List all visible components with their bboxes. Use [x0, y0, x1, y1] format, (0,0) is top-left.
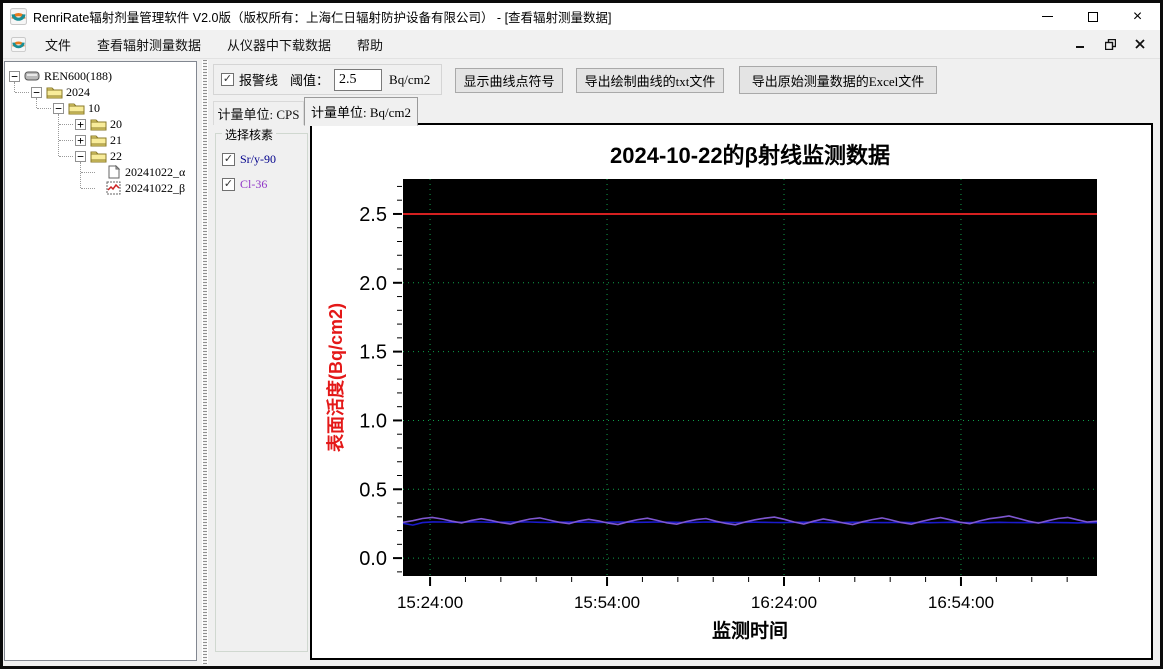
measurement-chart: 0.0 0.5 1.0 1.5 2.0 2.5 15:24:00 15:54:00 16:24:…	[325, 143, 1098, 642]
nuclide-item: ✓ Sr/y-90	[222, 152, 307, 167]
mdi-close-button[interactable]	[1132, 37, 1148, 51]
y-tick-label: 2.0	[359, 273, 387, 295]
tree-expander-icon[interactable]: +	[75, 118, 86, 130]
mdi-restore-icon	[1104, 38, 1116, 50]
tree-item-20241022_α[interactable]: 20241022_α	[97, 164, 185, 180]
nuclide-select-groupbox: 选择核素 ✓ Sr/y-90 ✓ Cl-36	[215, 126, 308, 652]
tree-expander-icon[interactable]: −	[31, 86, 42, 98]
panel-splitter[interactable]	[197, 60, 213, 664]
x-tick-label: 15:24:00	[397, 593, 463, 612]
export-txt-button[interactable]: 导出绘制曲线的txt文件	[576, 68, 724, 93]
tree-item-label: 20241022_β	[125, 180, 186, 195]
tree-expander-icon[interactable]: −	[75, 150, 86, 162]
menu-bar: 文件 查看辐射测量数据 从仪器中下载数据 帮助	[3, 30, 1160, 59]
tree-node-icon	[105, 164, 122, 179]
tree-node-icon	[90, 117, 107, 131]
threshold-input[interactable]	[334, 68, 383, 91]
tree-item-22[interactable]: − 22	[75, 148, 122, 164]
alarm-line-groupbox: ✓ 报警线 阈值： Bq/cm2	[213, 64, 442, 95]
chart-title: 2024-10-22的β射线监测数据	[610, 143, 890, 168]
threshold-unit-label: Bq/cm2	[389, 71, 431, 87]
y-tick-label: 1.0	[359, 410, 387, 432]
splitter-grip-icon	[202, 60, 208, 664]
mdi-restore-button[interactable]	[1102, 37, 1118, 51]
export-excel-button[interactable]: 导出原始测量数据的Excel文件	[739, 66, 937, 94]
tree-item-REN600(188)[interactable]: − REN600(188)	[9, 68, 112, 84]
x-tick-label: 16:24:00	[751, 593, 817, 612]
tree-item-10[interactable]: − 10	[53, 100, 100, 116]
tree-node-icon	[46, 85, 63, 99]
nuclide-checkbox[interactable]: ✓	[222, 153, 235, 166]
tree-expander-icon[interactable]: −	[9, 70, 20, 82]
tree-node-icon	[24, 69, 41, 83]
mdi-minimize-button[interactable]	[1072, 37, 1088, 51]
menu-item-2[interactable]: 从仪器中下载数据	[217, 30, 341, 59]
plot-area	[403, 179, 1097, 576]
tree-item-20[interactable]: + 20	[75, 116, 122, 132]
tree-node-icon	[68, 101, 85, 115]
mdi-minimize-icon	[1076, 46, 1084, 48]
mdi-close-icon	[1135, 39, 1145, 49]
y-tick-label: 0.0	[359, 548, 387, 570]
tree-node-icon	[105, 181, 122, 195]
close-button[interactable]: ×	[1115, 3, 1160, 30]
tree-item-label: 10	[88, 100, 100, 115]
menu-item-0[interactable]: 文件	[35, 30, 81, 59]
nuclide-label: Cl-36	[240, 177, 268, 191]
window-controls: ×	[1025, 3, 1160, 30]
tree-node-icon	[90, 149, 107, 163]
x-tick-label: 16:54:00	[928, 593, 994, 612]
main-area: − REN600(188) − 2024 − 10 + 20 + 21 − 22…	[3, 60, 1160, 666]
tree-item-20241022_β[interactable]: 20241022_β	[97, 180, 185, 196]
y-tick-label: 0.5	[359, 479, 387, 501]
title-bar: RenriRate辐射剂量管理软件 V2.0版（版权所有：上海仁日辐射防护设备有…	[3, 3, 1160, 30]
show-curve-points-button[interactable]: 显示曲线点符号	[455, 68, 563, 93]
minimize-button[interactable]	[1025, 3, 1070, 30]
y-axis-label: 表面活度(Bq/cm2)	[325, 303, 346, 452]
device-tree-panel: − REN600(188) − 2024 − 10 + 20 + 21 − 22…	[4, 61, 197, 661]
tree-item-label: 22	[110, 148, 122, 163]
x-tick-label: 15:54:00	[574, 593, 640, 612]
tree-item-label: 20	[110, 116, 122, 131]
close-icon: ×	[1132, 7, 1143, 25]
app-window: RenriRate辐射剂量管理软件 V2.0版（版权所有：上海仁日辐射防护设备有…	[0, 0, 1163, 669]
nuclide-group-label: 选择核素	[222, 126, 277, 143]
tree-expander-icon[interactable]: +	[75, 134, 86, 146]
mdi-window-controls	[1072, 37, 1160, 51]
tree-item-label: 21	[110, 132, 122, 147]
nuclide-label: Sr/y-90	[240, 152, 276, 166]
tree-node-icon	[90, 133, 107, 147]
maximize-button[interactable]	[1070, 3, 1115, 30]
menu-items: 文件 查看辐射测量数据 从仪器中下载数据 帮助	[35, 30, 399, 59]
x-axis-label: 监测时间	[712, 619, 788, 642]
tree-expander-icon[interactable]: −	[53, 102, 64, 114]
maximize-icon	[1087, 11, 1098, 22]
tree-item-2024[interactable]: − 2024	[31, 84, 90, 100]
y-tick-label: 2.5	[359, 204, 387, 226]
threshold-label: 阈值：	[290, 73, 330, 88]
tree-item-21[interactable]: + 21	[75, 132, 122, 148]
alarm-line-label: 报警线	[239, 73, 279, 88]
tab-unit-bqcm2[interactable]: 计量单位: Bq/cm2	[304, 97, 418, 126]
chart-panel: 0.0 0.5 1.0 1.5 2.0 2.5 15:24:00 15:54:00 16:24:…	[310, 123, 1153, 660]
window-title: RenriRate辐射剂量管理软件 V2.0版（版权所有：上海仁日辐射防护设备有…	[33, 11, 612, 25]
minimize-icon	[1042, 16, 1053, 17]
tree-item-label: 20241022_α	[125, 164, 186, 179]
document-logo-icon	[11, 36, 26, 52]
tree-item-label: 2024	[66, 84, 90, 99]
tree-item-label: REN600(188)	[44, 68, 112, 83]
app-logo-icon	[10, 8, 27, 25]
menu-item-3[interactable]: 帮助	[347, 30, 393, 59]
nuclide-checkbox[interactable]: ✓	[222, 178, 235, 191]
nuclide-list: ✓ Sr/y-90 ✓ Cl-36	[216, 152, 307, 192]
tab-unit-cps[interactable]: 计量单位: CPS	[213, 101, 304, 125]
alarm-line-checkbox[interactable]: ✓	[221, 73, 234, 86]
menu-item-1[interactable]: 查看辐射测量数据	[87, 30, 211, 59]
nuclide-item: ✓ Cl-36	[222, 177, 307, 192]
y-tick-label: 1.5	[359, 342, 387, 364]
